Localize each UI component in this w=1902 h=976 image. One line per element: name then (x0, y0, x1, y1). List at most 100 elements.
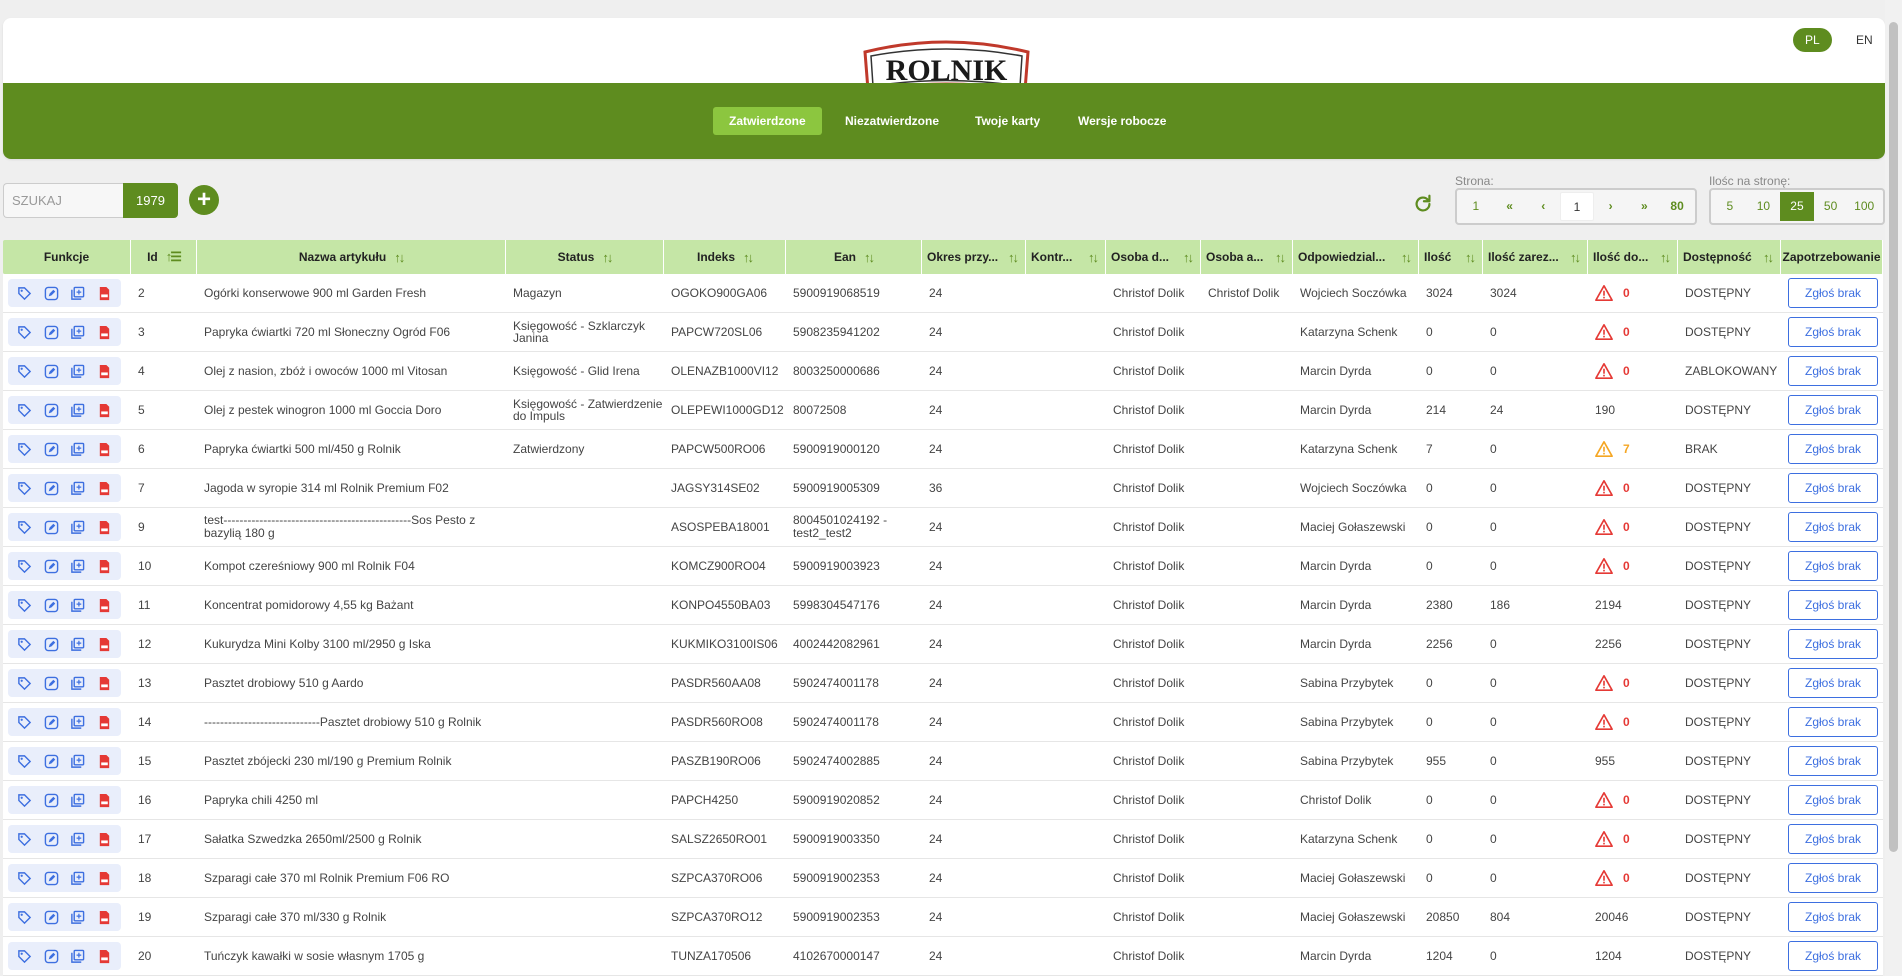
header-ilosc[interactable]: Ilość ↑↓ (1419, 240, 1483, 274)
tag-icon[interactable] (17, 637, 32, 652)
table-row[interactable]: 11 Koncentrat pomidorowy 4,55 kg Bażant KO… (3, 586, 1883, 625)
tag-icon[interactable] (17, 598, 32, 613)
tab-zatwierdzone[interactable]: Zatwierdzone (713, 107, 822, 135)
header-indeks[interactable]: Indeks ↑↓ (664, 240, 786, 274)
copy-icon[interactable] (70, 949, 85, 964)
edit-icon[interactable] (44, 442, 59, 457)
per-page-100[interactable]: 100 (1847, 192, 1881, 221)
per-page-25[interactable]: 25 (1780, 192, 1814, 221)
edit-icon[interactable] (44, 364, 59, 379)
header-id[interactable]: Id ↑☰ (131, 240, 197, 274)
report-shortage-button[interactable]: Zgłoś brak (1788, 941, 1878, 971)
edit-icon[interactable] (44, 793, 59, 808)
report-shortage-button[interactable]: Zgłoś brak (1788, 668, 1878, 698)
header-kontrahent[interactable]: Kontr... ↑↓ (1026, 240, 1106, 274)
edit-icon[interactable] (44, 286, 59, 301)
pdf-icon[interactable] (97, 637, 112, 652)
report-shortage-button[interactable]: Zgłoś brak (1788, 395, 1878, 425)
report-shortage-button[interactable]: Zgłoś brak (1788, 746, 1878, 776)
search-input[interactable] (3, 183, 123, 218)
tag-icon[interactable] (17, 481, 32, 496)
report-shortage-button[interactable]: Zgłoś brak (1788, 707, 1878, 737)
pdf-icon[interactable] (97, 715, 112, 730)
pdf-icon[interactable] (97, 520, 112, 535)
report-shortage-button[interactable]: Zgłoś brak (1788, 551, 1878, 581)
scrollbar[interactable] (1885, 0, 1902, 976)
tab-twoje-karty[interactable]: Twoje karty (959, 107, 1056, 135)
edit-icon[interactable] (44, 637, 59, 652)
header-ean[interactable]: Ean ↑↓ (786, 240, 922, 274)
pdf-icon[interactable] (97, 403, 112, 418)
pdf-icon[interactable] (97, 364, 112, 379)
refresh-icon[interactable] (1412, 193, 1434, 215)
per-page-5[interactable]: 5 (1713, 192, 1747, 221)
table-row[interactable]: 12 Kukurydza Mini Kolby 3100 ml/2950 g Is… (3, 625, 1883, 664)
header-odpowiedzialny[interactable]: Odpowiedzial... ↑↓ (1293, 240, 1419, 274)
edit-icon[interactable] (44, 871, 59, 886)
per-page-10[interactable]: 10 (1747, 192, 1781, 221)
edit-icon[interactable] (44, 910, 59, 925)
pdf-icon[interactable] (97, 286, 112, 301)
tag-icon[interactable] (17, 793, 32, 808)
edit-icon[interactable] (44, 520, 59, 535)
header-ilosc-zarez[interactable]: Ilość zarez... ↑↓ (1483, 240, 1588, 274)
report-shortage-button[interactable]: Zgłoś brak (1788, 785, 1878, 815)
sort-icon[interactable]: ↑↓ (394, 250, 405, 265)
header-dostepnosc[interactable]: Dostępność ↑↓ (1678, 240, 1781, 274)
lang-en-button[interactable]: EN (1844, 28, 1885, 52)
scrollbar-thumb[interactable] (1889, 22, 1898, 852)
table-row[interactable]: 4 Olej z nasion, zbóż i owoców 1000 ml Vi… (3, 352, 1883, 391)
pdf-icon[interactable] (97, 871, 112, 886)
sort-icon[interactable]: ↑↓ (1401, 250, 1412, 265)
header-okres[interactable]: Okres przy... ↑↓ (922, 240, 1026, 274)
copy-icon[interactable] (70, 403, 85, 418)
copy-icon[interactable] (70, 325, 85, 340)
page-prev-button[interactable]: ‹ (1526, 192, 1560, 221)
table-row[interactable]: 2 Ogórki konserwowe 900 ml Garden Fresh Ma… (3, 274, 1883, 313)
edit-icon[interactable] (44, 676, 59, 691)
edit-icon[interactable] (44, 715, 59, 730)
table-row[interactable]: 15 Pasztet zbójecki 230 ml/190 g Premium … (3, 742, 1883, 781)
sort-icon[interactable]: ↑↓ (1275, 250, 1286, 265)
pdf-icon[interactable] (97, 598, 112, 613)
copy-icon[interactable] (70, 910, 85, 925)
table-row[interactable]: 16 Papryka chili 4250 ml PAPCH4250 59009190… (3, 781, 1883, 820)
copy-icon[interactable] (70, 715, 85, 730)
report-shortage-button[interactable]: Zgłoś brak (1788, 824, 1878, 854)
pdf-icon[interactable] (97, 949, 112, 964)
tag-icon[interactable] (17, 403, 32, 418)
lang-pl-button[interactable]: PL (1793, 28, 1832, 52)
copy-icon[interactable] (70, 364, 85, 379)
report-shortage-button[interactable]: Zgłoś brak (1788, 473, 1878, 503)
edit-icon[interactable] (44, 481, 59, 496)
copy-icon[interactable] (70, 442, 85, 457)
edit-icon[interactable] (44, 559, 59, 574)
header-osoba-a[interactable]: Osoba a... ↑↓ (1201, 240, 1293, 274)
table-row[interactable]: 20 Tuńczyk kawałki w sosie własnym 1705 g… (3, 937, 1883, 976)
tab-niezatwierdzone[interactable]: Niezatwierdzone (829, 107, 955, 135)
tab-wersje-robocze[interactable]: Wersje robocze (1062, 107, 1182, 135)
copy-icon[interactable] (70, 793, 85, 808)
tag-icon[interactable] (17, 559, 32, 574)
copy-icon[interactable] (70, 286, 85, 301)
page-current-input[interactable]: 1 (1560, 192, 1594, 221)
table-row[interactable]: 17 Sałatka Szwedzka 2650ml/2500 g Rolnik S… (3, 820, 1883, 859)
report-shortage-button[interactable]: Zgłoś brak (1788, 863, 1878, 893)
add-button[interactable]: + (189, 185, 219, 215)
edit-icon[interactable] (44, 403, 59, 418)
sort-icon[interactable]: ↑↓ (864, 250, 875, 265)
tag-icon[interactable] (17, 754, 32, 769)
page-next-button[interactable]: › (1594, 192, 1628, 221)
pdf-icon[interactable] (97, 832, 112, 847)
copy-icon[interactable] (70, 676, 85, 691)
pdf-icon[interactable] (97, 754, 112, 769)
table-row[interactable]: 7 Jagoda w syropie 314 ml Rolnik Premium … (3, 469, 1883, 508)
page-prev-prev-button[interactable]: « (1493, 192, 1527, 221)
edit-icon[interactable] (44, 598, 59, 613)
sort-icon[interactable]: ↑↓ (1008, 250, 1019, 265)
tag-icon[interactable] (17, 364, 32, 379)
pdf-icon[interactable] (97, 559, 112, 574)
sort-icon[interactable]: ↑↓ (1183, 250, 1194, 265)
header-status[interactable]: Status ↑↓ (506, 240, 664, 274)
edit-icon[interactable] (44, 325, 59, 340)
